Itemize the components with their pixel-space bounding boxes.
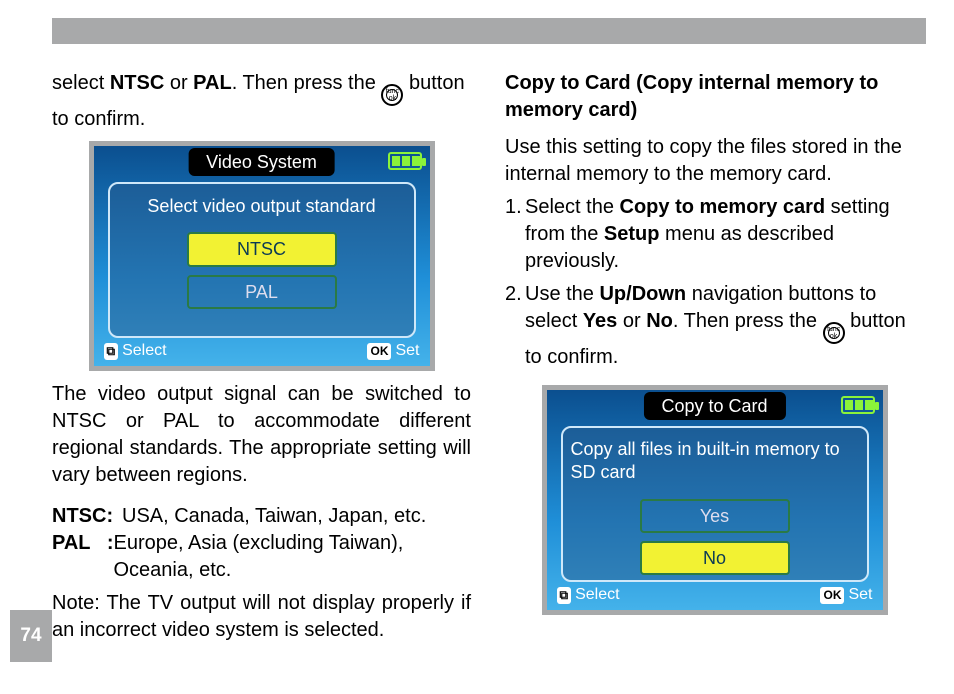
footer-select: ⧉Select bbox=[104, 340, 167, 362]
screen-title: Video System bbox=[188, 148, 335, 176]
option-yes[interactable]: Yes bbox=[640, 499, 790, 533]
intro-text: select NTSC or PAL. Then press the func … bbox=[52, 70, 471, 133]
ntsc-label: NTSC: bbox=[52, 503, 122, 530]
step-1: 1. Select the Copy to memory card settin… bbox=[505, 194, 924, 275]
screen-title: Copy to Card bbox=[643, 392, 785, 420]
footer-set: OKSet bbox=[367, 340, 419, 362]
copy-to-card-screen: Copy to Card Copy all files in built-in … bbox=[542, 385, 888, 615]
option-ntsc[interactable]: NTSC bbox=[187, 232, 337, 266]
battery-icon bbox=[388, 152, 422, 170]
footer-set: OKSet bbox=[820, 584, 872, 606]
left-column: select NTSC or PAL. Then press the func … bbox=[52, 70, 471, 644]
t: NTSC bbox=[110, 72, 164, 94]
right-column: Copy to Card (Copy internal memory to me… bbox=[505, 70, 924, 644]
footer-select: ⧉Select bbox=[557, 584, 620, 606]
screen-panel: Select video output standard NTSC PAL bbox=[108, 182, 416, 338]
top-bar bbox=[52, 18, 926, 44]
func-ok-icon: func ok bbox=[823, 322, 845, 344]
screen-panel: Copy all files in built-in memory to SD … bbox=[561, 426, 869, 582]
pal-label: PAL : bbox=[52, 530, 113, 584]
page-number: 74 bbox=[10, 610, 52, 662]
pal-text: Europe, Asia (excluding Taiwan), Oceania… bbox=[113, 530, 471, 584]
standards-list: NTSC:USA, Canada, Taiwan, Japan, etc. PA… bbox=[52, 503, 471, 584]
panel-title: Select video output standard bbox=[147, 194, 375, 218]
section-intro: Use this setting to copy the files store… bbox=[505, 134, 924, 188]
option-no[interactable]: No bbox=[640, 541, 790, 575]
t: PAL bbox=[193, 72, 232, 94]
ntsc-text: USA, Canada, Taiwan, Japan, etc. bbox=[122, 503, 426, 530]
section-heading: Copy to Card (Copy internal memory to me… bbox=[505, 70, 924, 124]
step-2: 2. Use the Up/Down navigation buttons to… bbox=[505, 281, 924, 371]
note-text: Note: The TV output will not display pro… bbox=[52, 590, 471, 644]
option-pal[interactable]: PAL bbox=[187, 275, 337, 309]
t: . Then press the bbox=[232, 72, 382, 94]
video-system-screen: Video System Select video output standar… bbox=[89, 141, 435, 371]
body-text: The video output signal can be switched … bbox=[52, 381, 471, 489]
t: or bbox=[164, 72, 193, 94]
t: select bbox=[52, 72, 110, 94]
func-ok-icon: func ok bbox=[381, 84, 403, 106]
panel-title: Copy all files in built-in memory to SD … bbox=[571, 438, 859, 485]
battery-icon bbox=[841, 396, 875, 414]
